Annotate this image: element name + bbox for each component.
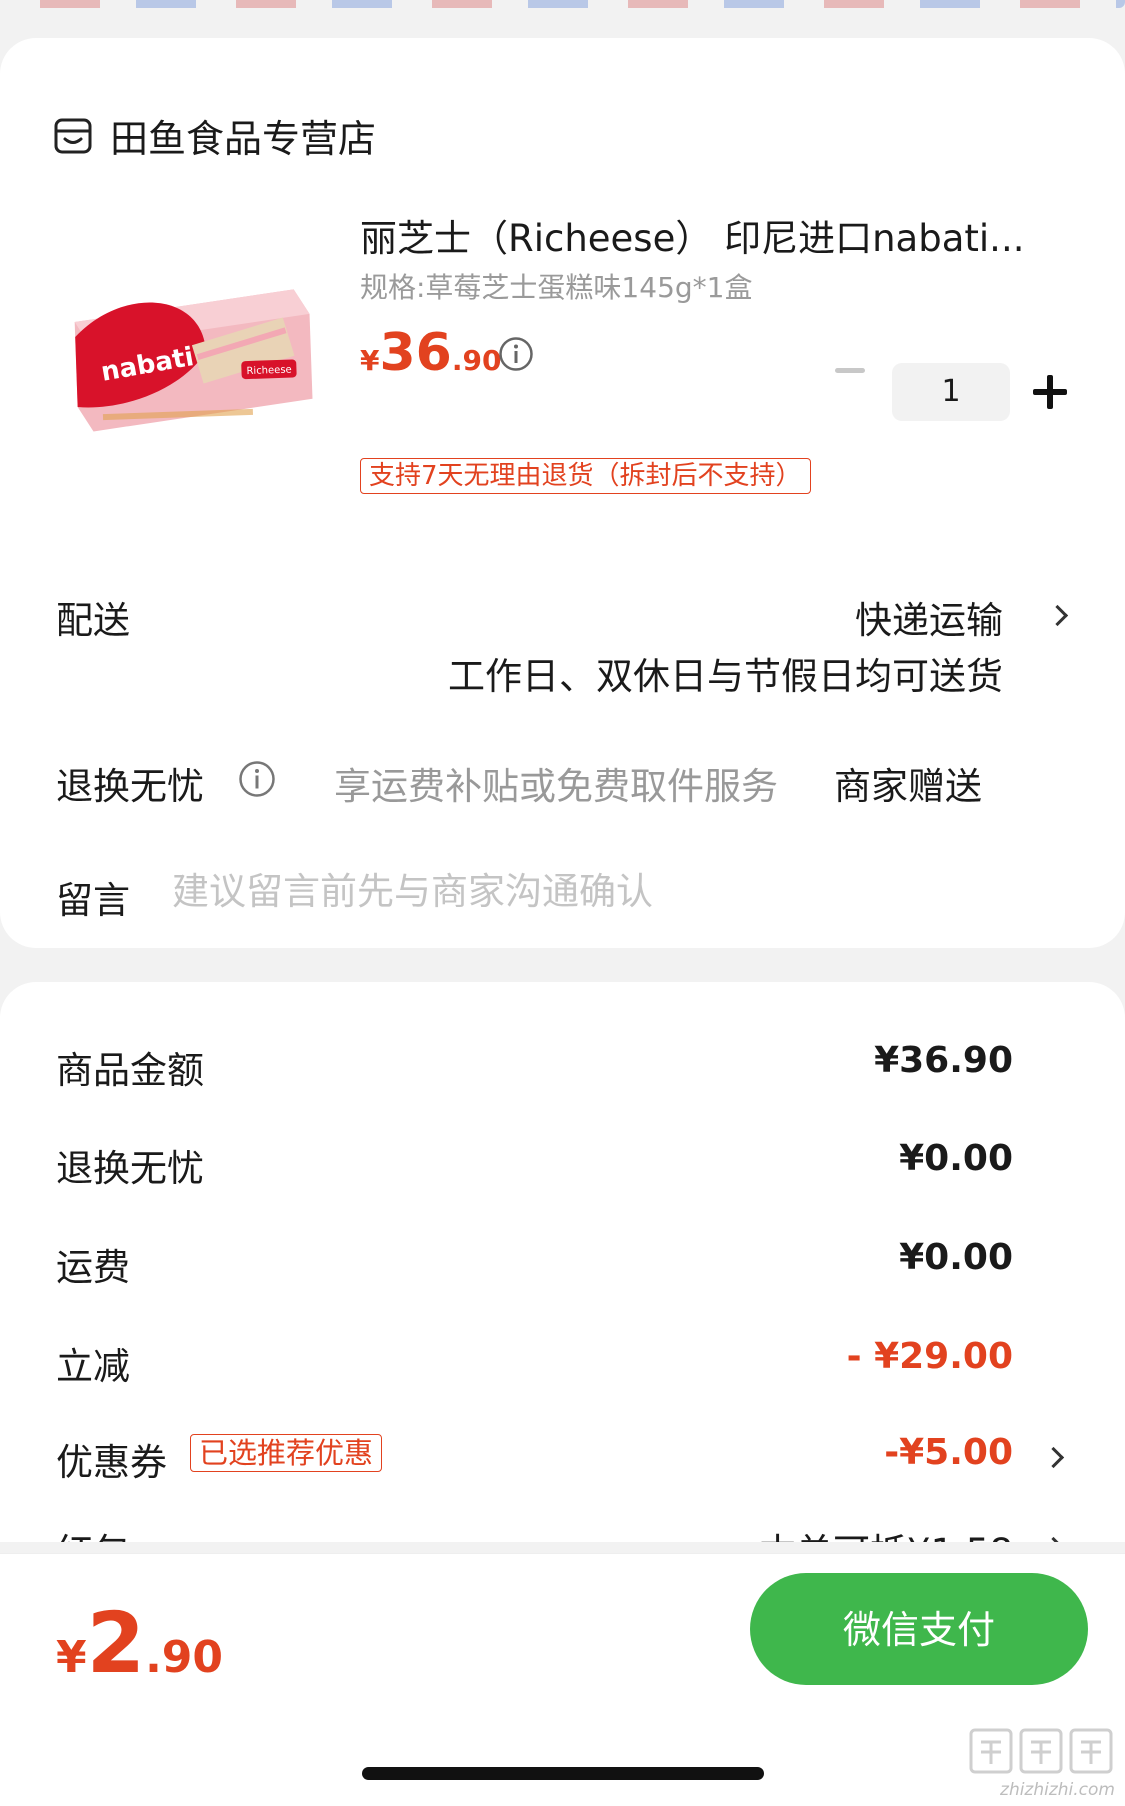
total-price: ¥2.90: [56, 1594, 223, 1692]
freight-label: 运费: [56, 1246, 130, 1289]
refund-label: 退换无忧: [56, 765, 204, 808]
message-label: 留言: [56, 879, 130, 922]
watermark-logo: [969, 1728, 1113, 1774]
price-info-icon[interactable]: [498, 336, 534, 372]
refund-gift: 商家赠送: [834, 765, 982, 808]
store-icon: [54, 118, 92, 153]
total-integer: 2: [86, 1594, 146, 1692]
message-input[interactable]: [172, 870, 1052, 913]
freight-value: ¥0.00: [899, 1237, 1013, 1278]
discount-label: 立减: [56, 1345, 130, 1388]
price-summary-card: 商品金额 ¥36.90 退换无忧 ¥0.00 运费 ¥0.00 立减 - ¥29…: [0, 982, 1125, 1542]
goods-amount-label: 商品金额: [56, 1049, 204, 1092]
quantity-value[interactable]: 1: [892, 363, 1010, 421]
shipping-method[interactable]: 快递运输: [855, 590, 1003, 644]
product-title[interactable]: 丽芝士（Richeese） 印尼进口nabati...: [360, 208, 1060, 262]
return-policy-tag: 支持7天无理由退货（拆封后不支持）: [360, 458, 811, 494]
price-integer: 36: [379, 323, 452, 383]
product-image[interactable]: nabati Richeese: [56, 223, 326, 493]
quantity-plus-button[interactable]: [1033, 375, 1067, 409]
total-currency: ¥: [56, 1632, 87, 1683]
store-name: 田鱼食品专营店: [110, 117, 377, 161]
goods-amount-value: ¥36.90: [874, 1040, 1013, 1081]
coupon-chevron-icon[interactable]: [1042, 1446, 1065, 1469]
coupon-tag: 已选推荐优惠: [190, 1434, 383, 1472]
refund-fee-label: 退换无忧: [56, 1147, 204, 1190]
summary-refund-row: 退换无忧 ¥0.00: [56, 1138, 1013, 1190]
summary-discount-row: 立减 - ¥29.00: [56, 1336, 1013, 1388]
discount-value: - ¥29.00: [846, 1336, 1013, 1377]
summary-redpacket-row[interactable]: 红包 本单可抵¥1.58: [56, 1522, 1065, 1542]
airmail-border: [0, 0, 1125, 8]
redpacket-chevron-icon[interactable]: [1042, 1536, 1065, 1542]
product-spec[interactable]: 规格:草莓芝士蛋糕味145g*1盒: [360, 266, 752, 306]
shipping-chevron-icon[interactable]: [1046, 604, 1069, 627]
quantity-minus-button[interactable]: [835, 368, 865, 373]
total-decimal: .90: [145, 1632, 224, 1683]
refund-desc: 享运费补贴或免费取件服务: [334, 765, 778, 808]
watermark-text: zhizhizhi.com: [1000, 1780, 1115, 1800]
coupon-value: -¥5.00: [884, 1432, 1013, 1473]
summary-goods-row: 商品金额 ¥36.90: [56, 1040, 1013, 1092]
home-indicator[interactable]: [362, 1767, 764, 1780]
price-currency: ¥: [360, 344, 380, 377]
store-header[interactable]: 田鱼食品专营店: [54, 108, 376, 163]
redpacket-label: 红包: [56, 1522, 130, 1542]
shipping-desc: 工作日、双休日与节假日均可送货: [448, 655, 1003, 698]
refund-fee-value: ¥0.00: [899, 1138, 1013, 1179]
shipping-label: 配送: [56, 599, 130, 642]
redpacket-value: 本单可抵¥1.58: [759, 1522, 1013, 1542]
summary-coupon-row[interactable]: 优惠券 已选推荐优惠 -¥5.00: [56, 1432, 1065, 1484]
wechat-pay-button[interactable]: 微信支付: [750, 1573, 1088, 1685]
coupon-label: 优惠券: [56, 1441, 167, 1484]
order-card: 田鱼食品专营店 nabati Richeese 丽芝士（Richeese） 印尼…: [0, 38, 1125, 948]
checkout-bar: ¥2.90 微信支付 zhizhizhi.com: [0, 1553, 1125, 1806]
product-price: ¥36.90: [360, 323, 501, 383]
refund-info-icon[interactable]: [238, 760, 276, 798]
price-decimal: .90: [451, 344, 502, 377]
product-image-subbrand: Richeese: [246, 364, 292, 377]
summary-freight-row: 运费 ¥0.00: [56, 1237, 1013, 1289]
